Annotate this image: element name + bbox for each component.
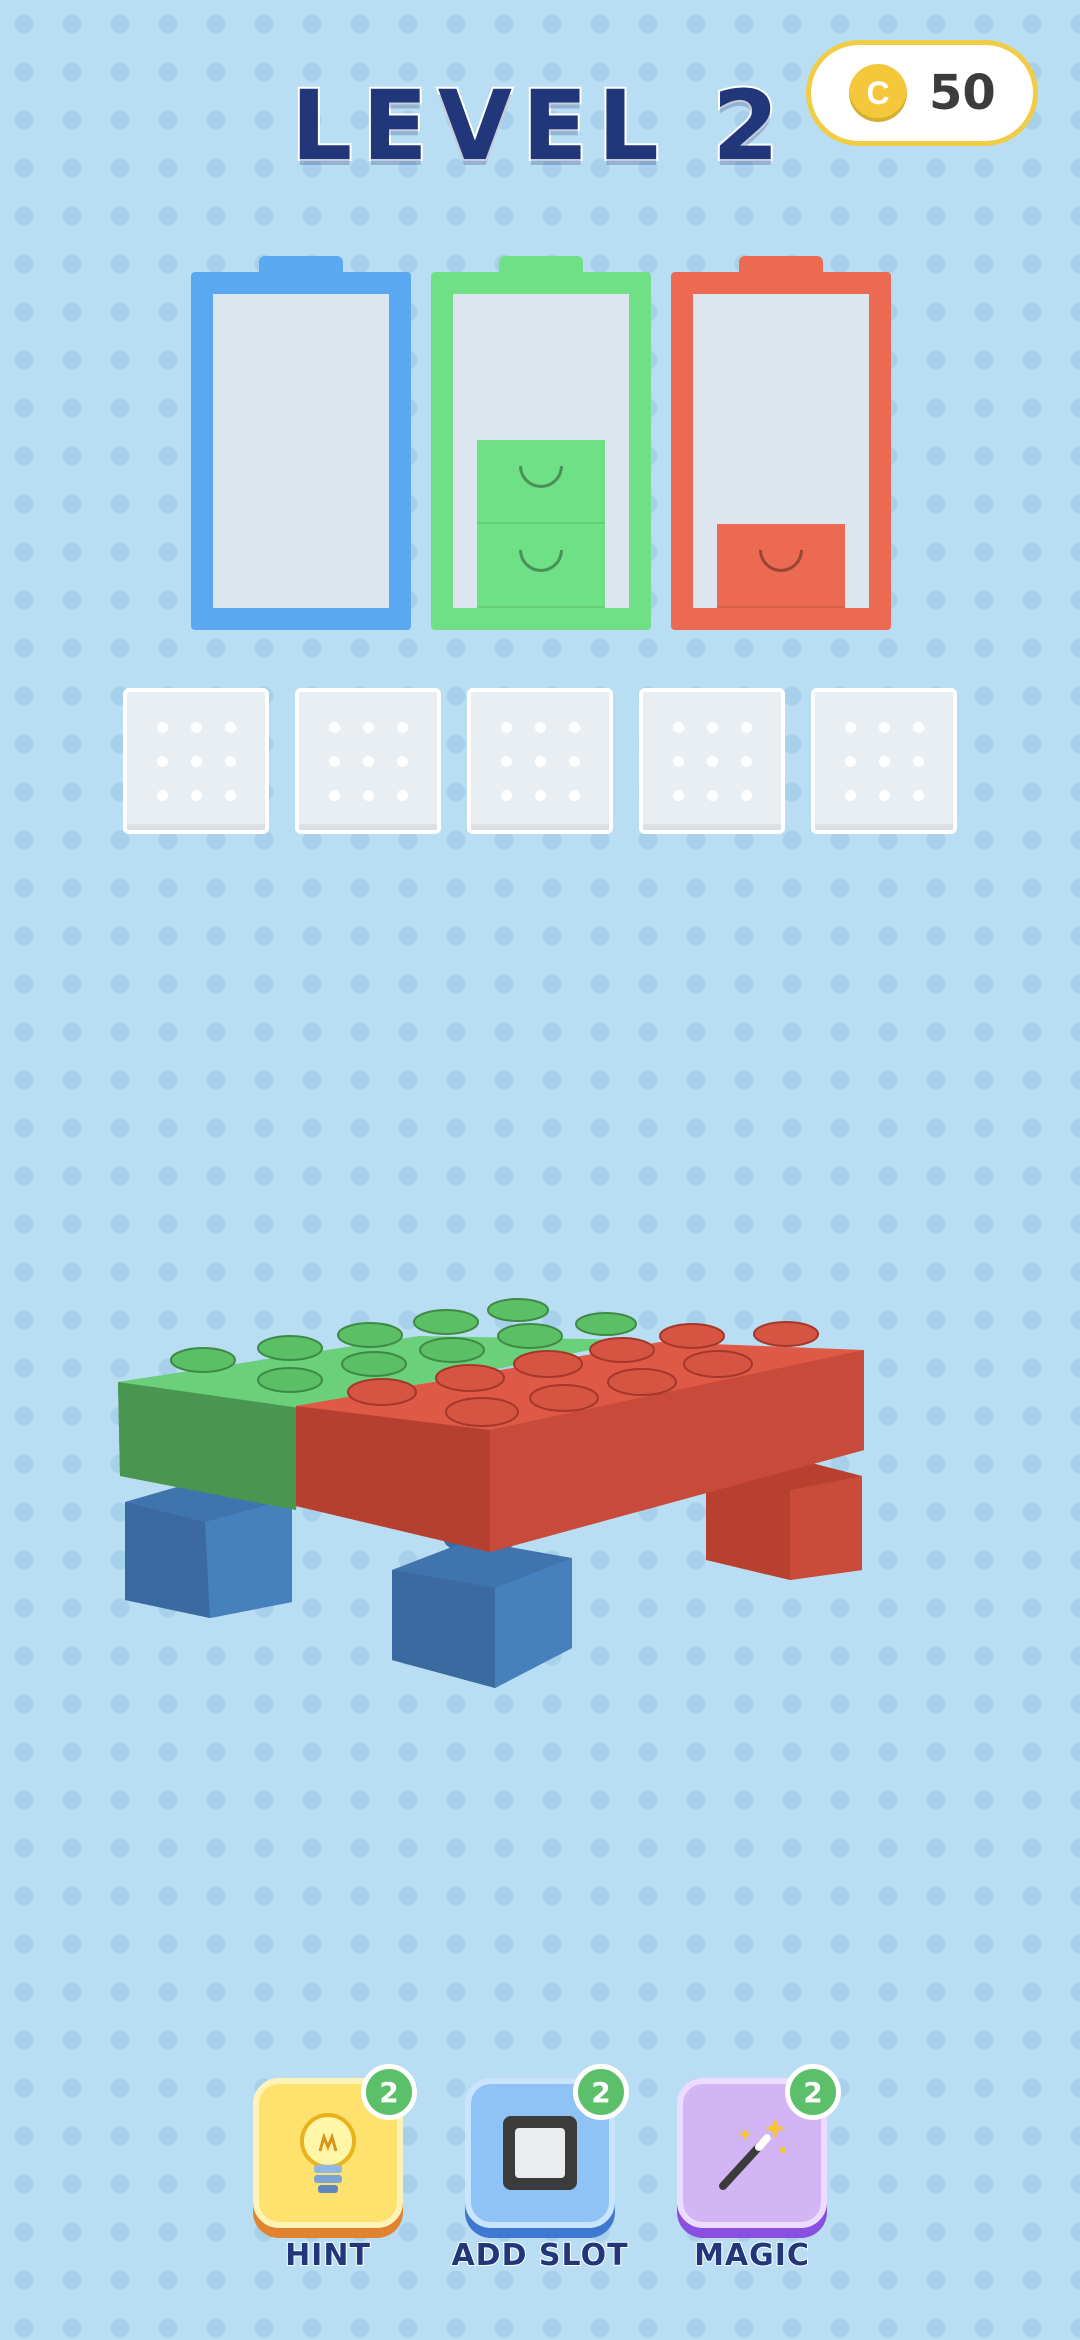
empty-slot-4[interactable] bbox=[639, 688, 785, 834]
add-slot-powerup[interactable]: 2 ADD SLOT bbox=[450, 2064, 629, 2274]
battery-cap bbox=[259, 256, 343, 272]
magic-label: MAGIC bbox=[693, 2237, 810, 2274]
green-battery-container bbox=[431, 256, 651, 630]
blue-battery-container bbox=[191, 256, 411, 630]
green-brick-stack bbox=[477, 440, 605, 608]
empty-slot-3[interactable] bbox=[467, 688, 613, 834]
hint-count-badge: 2 bbox=[361, 2064, 417, 2120]
lightbulb-icon bbox=[300, 2113, 356, 2193]
add-slot-count-badge: 2 bbox=[573, 2064, 629, 2120]
brick-structure bbox=[118, 1298, 864, 1688]
battery-cap bbox=[499, 256, 583, 272]
coin-count: 50 bbox=[929, 65, 996, 121]
hint-label: HINT bbox=[284, 2237, 371, 2274]
add-slot-button[interactable]: 2 bbox=[465, 2064, 629, 2228]
magic-powerup[interactable]: 2 MAGIC bbox=[677, 2064, 841, 2274]
empty-slot-2[interactable] bbox=[295, 688, 441, 834]
green-brick bbox=[477, 524, 605, 608]
coin-counter[interactable]: C 50 bbox=[806, 40, 1038, 146]
red-battery-container bbox=[671, 256, 891, 630]
coin-icon: C bbox=[849, 64, 907, 122]
empty-slot-1[interactable] bbox=[123, 688, 269, 834]
add-slot-label: ADD SLOT bbox=[450, 2237, 629, 2274]
blue-brick-center[interactable] bbox=[392, 1526, 572, 1688]
magic-button[interactable]: 2 bbox=[677, 2064, 841, 2228]
battery-cap bbox=[739, 256, 823, 272]
green-brick bbox=[477, 440, 605, 524]
hint-powerup[interactable]: 2 HINT bbox=[253, 2064, 417, 2274]
slot-square-icon bbox=[503, 2116, 577, 2190]
hint-button[interactable]: 2 bbox=[253, 2064, 417, 2228]
magic-count-badge: 2 bbox=[785, 2064, 841, 2120]
red-brick-stack bbox=[717, 524, 845, 608]
empty-slot-5[interactable] bbox=[811, 688, 957, 834]
red-brick bbox=[717, 524, 845, 608]
magic-wand-icon bbox=[719, 2118, 786, 2190]
